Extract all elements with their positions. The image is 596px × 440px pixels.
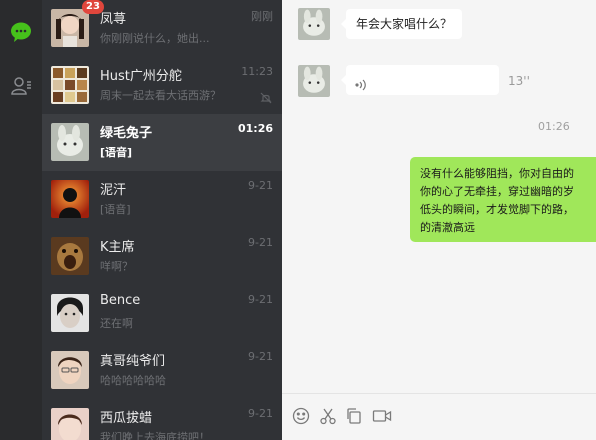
conversation-preview: [语音] — [100, 146, 133, 159]
avatar — [51, 66, 89, 104]
conversation-time: 9-21 — [248, 236, 273, 249]
message-line: 的清澈高远 — [420, 221, 475, 234]
conversation-list: 23 凤荨 刚刚 你刚刚说什么，她出... Hust广州分舵 11:23 周末一… — [42, 0, 282, 440]
conversation-time: 11:23 — [241, 65, 273, 78]
emoji-icon[interactable] — [291, 406, 311, 426]
voice-message[interactable] — [341, 65, 499, 95]
mute-icon — [260, 89, 272, 108]
conversation-name: 真哥纯爷们 — [100, 354, 166, 369]
conversation-name: 泥汗 — [100, 183, 127, 198]
conversation-time: 9-21 — [248, 350, 273, 363]
conversation-name: 绿毛兔子 — [100, 126, 153, 141]
conversation-name: K主席 — [100, 240, 135, 255]
conversation-preview: 我们晚上去海底捞吧！ — [100, 431, 210, 440]
chat-panel: 年会大家唱什么？ 13'' 01:26 没有什么能够阻挡，你对自由的 你的心了无… — [282, 0, 596, 440]
conversation-time: 01:26 — [237, 122, 273, 135]
conversation-time: 9-21 — [248, 407, 273, 420]
avatar — [51, 237, 89, 275]
conversation-preview: 咩啊？ — [100, 260, 133, 273]
conversation-time: 9-21 — [248, 293, 273, 306]
conversation-preview: 周末一起去看大话西游？ — [100, 89, 221, 102]
conversation-item[interactable]: 西瓜拔蜡 9-21 我们晚上去海底捞吧！ — [42, 399, 282, 440]
outgoing-message[interactable]: 没有什么能够阻挡，你对自由的 你的心了无牵挂，穿过幽暗的岁 低头的瞬间，才发觉脚… — [410, 157, 596, 242]
voice-wave-icon — [354, 73, 368, 103]
incoming-message[interactable]: 年会大家唱什么？ — [340, 9, 463, 39]
conversation-item[interactable]: 真哥纯爷们 9-21 哈哈哈哈哈哈 — [42, 342, 282, 399]
conversation-preview: [语音] — [100, 203, 131, 216]
avatar — [51, 294, 89, 332]
avatar — [51, 9, 89, 47]
conversation-item[interactable]: 绿毛兔子 01:26 [语音] — [42, 114, 282, 171]
message-timestamp: 01:26 — [538, 120, 570, 133]
avatar — [51, 123, 89, 161]
avatar — [51, 351, 89, 389]
copy-icon[interactable] — [344, 406, 364, 426]
conversation-time: 9-21 — [248, 179, 273, 192]
conversation-item[interactable]: 23 凤荨 刚刚 你刚刚说什么，她出... — [42, 0, 282, 57]
conversation-preview: 还在啊 — [100, 317, 133, 330]
video-call-icon[interactable] — [372, 406, 392, 426]
conversation-name: Bence — [100, 293, 141, 308]
avatar — [51, 408, 89, 440]
message-line: 没有什么能够阻挡，你对自由的 — [420, 167, 574, 180]
left-rail — [0, 0, 42, 440]
input-toolbar — [282, 393, 596, 440]
conversation-time: 刚刚 — [251, 10, 273, 23]
contacts-icon[interactable] — [0, 66, 42, 106]
conversation-name: 西瓜拔蜡 — [100, 411, 153, 426]
conversation-item[interactable]: 泥汗 9-21 [语音] — [42, 171, 282, 228]
conversation-name: 凤荨 — [100, 12, 127, 27]
conversation-name: Hust广州分舵 — [100, 69, 182, 84]
conversation-item[interactable]: Hust广州分舵 11:23 周末一起去看大话西游？ — [42, 57, 282, 114]
conversation-item[interactable]: K主席 9-21 咩啊？ — [42, 228, 282, 285]
scissors-icon[interactable] — [318, 406, 338, 426]
conversation-preview: 你刚刚说什么，她出... — [100, 32, 210, 45]
message-line: 你的心了无牵挂，穿过幽暗的岁 — [420, 185, 574, 198]
conversation-item[interactable]: Bence 9-21 还在啊 — [42, 285, 282, 342]
conversation-preview: 哈哈哈哈哈哈 — [100, 374, 166, 387]
contact-avatar[interactable] — [298, 8, 330, 40]
contact-avatar[interactable] — [298, 65, 330, 97]
avatar — [51, 180, 89, 218]
voice-duration: 13'' — [508, 74, 530, 88]
message-line: 低头的瞬间，才发觉脚下的路， — [420, 203, 574, 216]
chat-bubble-icon[interactable] — [0, 12, 42, 52]
